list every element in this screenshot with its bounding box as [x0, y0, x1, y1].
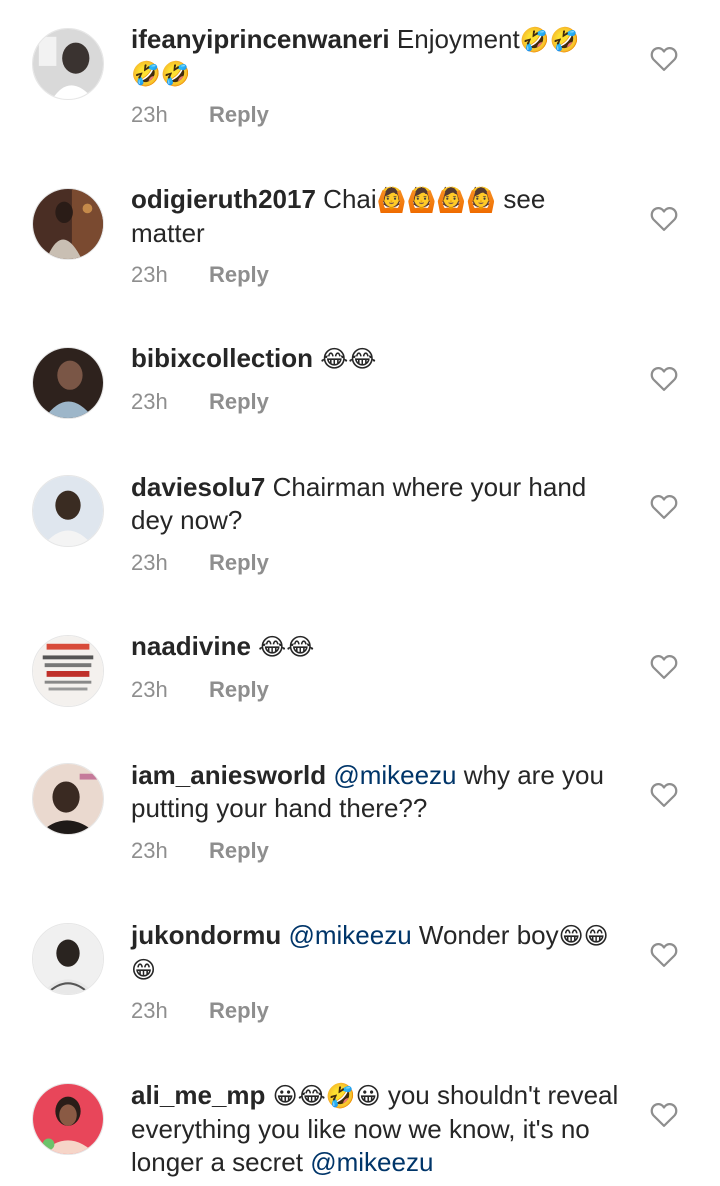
- avatar[interactable]: [32, 188, 104, 260]
- comment-username[interactable]: bibixcollection: [131, 343, 313, 373]
- reply-button[interactable]: Reply: [209, 998, 269, 1023]
- comment-item: ifeanyiprincenwaneri Enjoyment🤣🤣 🤣🤣 23h R…: [0, 0, 720, 160]
- avatar[interactable]: [32, 475, 104, 547]
- comment-message: [265, 1080, 272, 1110]
- emoji: 😂😂: [258, 633, 315, 661]
- comment-timestamp: 23h: [131, 677, 168, 702]
- avatar-image: [33, 476, 103, 546]
- reply-button[interactable]: Reply: [209, 838, 269, 863]
- comment-timestamp: 23h: [131, 389, 168, 414]
- mention-link[interactable]: @mikeezu: [310, 1147, 433, 1177]
- heart-outline-icon[interactable]: [649, 44, 679, 72]
- comment-message: Wonder boy: [411, 920, 559, 950]
- comment-item: bibixcollection 😂😂 23h Reply: [0, 320, 720, 448]
- comment-username[interactable]: naadivine: [131, 631, 251, 661]
- comment-meta: 23h Reply: [131, 997, 269, 1025]
- comment-timestamp: 23h: [131, 998, 168, 1023]
- comment-text: daviesolu7 Chairman where your hand dey …: [131, 471, 621, 537]
- comment-message: Chai: [323, 184, 377, 214]
- comment-item: iam_aniesworld @mikeezu why are you putt…: [0, 736, 720, 896]
- comment-meta: 23h Reply: [131, 101, 269, 129]
- comment-item: odigieruth2017 Chai🙆🙆🙆🙆 see matter 23h Re…: [0, 160, 720, 320]
- avatar-image: [33, 1084, 103, 1154]
- comment-username[interactable]: odigieruth2017: [131, 184, 316, 214]
- mention-link[interactable]: @mikeezu: [288, 920, 411, 950]
- emoji: 🤣🤣: [131, 60, 191, 88]
- heart-outline-icon[interactable]: [649, 780, 679, 808]
- emoji: 🤣🤣: [519, 26, 580, 54]
- avatar[interactable]: [32, 763, 104, 835]
- comment-meta: 23h Reply: [131, 676, 269, 704]
- comment-timestamp: 23h: [131, 102, 168, 127]
- avatar[interactable]: [32, 347, 104, 419]
- comment-timestamp: 23h: [131, 838, 168, 863]
- avatar[interactable]: [32, 635, 104, 707]
- emoji: 🙆🙆🙆🙆: [376, 186, 497, 214]
- comment-item: naadivine 😂😂 23h Reply: [0, 608, 720, 736]
- comment-item: jukondormu @mikeezu Wonder boy😁😁😁 23h Rep…: [0, 896, 720, 1056]
- emoji: 😀😂🤣😀: [272, 1082, 381, 1110]
- avatar[interactable]: [32, 28, 104, 100]
- comment-item: ali_me_mp 😀😂🤣😀 you shouldn't reveal ever…: [0, 1056, 720, 1186]
- avatar-image: [33, 924, 103, 994]
- reply-button[interactable]: Reply: [209, 550, 269, 575]
- reply-button[interactable]: Reply: [209, 262, 269, 287]
- reply-button[interactable]: Reply: [209, 389, 269, 414]
- mention-link[interactable]: @mikeezu: [333, 760, 456, 790]
- comment-meta: 23h Reply: [131, 549, 269, 577]
- comment-text: odigieruth2017 Chai🙆🙆🙆🙆 see matter: [131, 183, 621, 250]
- comment-username[interactable]: ifeanyiprincenwaneri: [131, 24, 390, 54]
- comment-timestamp: 23h: [131, 550, 168, 575]
- comment-text: bibixcollection 😂😂: [131, 342, 621, 376]
- comment-text: iam_aniesworld @mikeezu why are you putt…: [131, 759, 621, 825]
- reply-button[interactable]: Reply: [209, 102, 269, 127]
- avatar-image: [33, 636, 103, 706]
- comment-username[interactable]: iam_aniesworld: [131, 760, 326, 790]
- heart-outline-icon[interactable]: [649, 940, 679, 968]
- comment-meta: 23h Reply: [131, 388, 269, 416]
- avatar-image: [33, 189, 103, 259]
- emoji: 😂😂: [320, 345, 377, 373]
- comment-text: ifeanyiprincenwaneri Enjoyment🤣🤣 🤣🤣: [131, 23, 621, 91]
- heart-outline-icon[interactable]: [649, 652, 679, 680]
- avatar[interactable]: [32, 923, 104, 995]
- comment-username[interactable]: jukondormu: [131, 920, 281, 950]
- avatar[interactable]: [32, 1083, 104, 1155]
- heart-outline-icon[interactable]: [649, 364, 679, 392]
- avatar-image: [33, 29, 103, 99]
- reply-button[interactable]: Reply: [209, 677, 269, 702]
- heart-outline-icon[interactable]: [649, 1100, 679, 1128]
- comment-meta: 23h Reply: [131, 261, 269, 289]
- comment-item: daviesolu7 Chairman where your hand dey …: [0, 448, 720, 608]
- avatar-image: [33, 348, 103, 418]
- comment-text: ali_me_mp 😀😂🤣😀 you shouldn't reveal ever…: [131, 1079, 621, 1179]
- comment-username[interactable]: daviesolu7: [131, 472, 265, 502]
- comment-text: naadivine 😂😂: [131, 630, 621, 664]
- heart-outline-icon[interactable]: [649, 492, 679, 520]
- comment-timestamp: 23h: [131, 262, 168, 287]
- comment-username[interactable]: ali_me_mp: [131, 1080, 265, 1110]
- avatar-image: [33, 764, 103, 834]
- comment-text: jukondormu @mikeezu Wonder boy😁😁😁: [131, 919, 621, 987]
- comment-message: Enjoyment: [396, 24, 520, 54]
- heart-outline-icon[interactable]: [649, 204, 679, 232]
- comment-meta: 23h Reply: [131, 837, 269, 865]
